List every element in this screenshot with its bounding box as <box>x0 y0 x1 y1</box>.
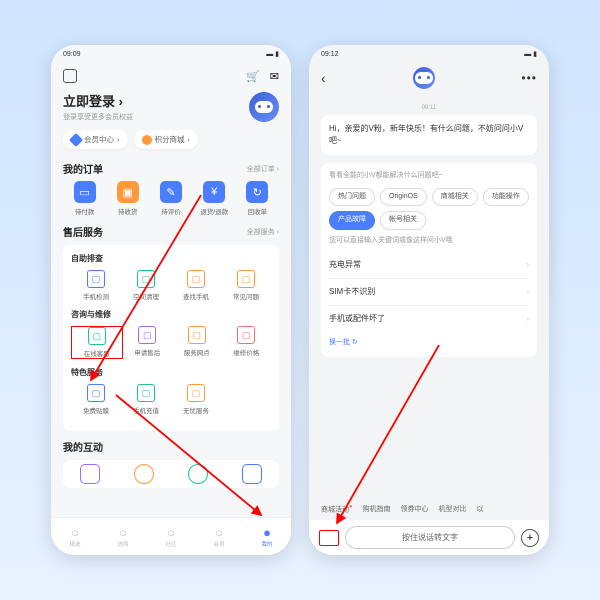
self-title: 自助排查 <box>71 253 271 264</box>
question-item[interactable]: SIM卡不识别› <box>329 279 529 306</box>
suggestion[interactable]: 商城活动● <box>321 504 353 514</box>
chip[interactable]: 帐号相关 <box>380 211 426 230</box>
status-right: ▬ ▮ <box>524 50 537 58</box>
chat-time: 09:11 <box>321 105 537 111</box>
grid-item[interactable]: ▢空间清理 <box>121 270 171 301</box>
interact-icon[interactable] <box>80 464 100 484</box>
chat-area: 09:11 Hi，亲爱的V粉，新年快乐！有什么问题，不妨问问小V吧~ 看看全能的… <box>309 93 549 498</box>
nav-item[interactable]: ○选购 <box>99 525 147 548</box>
pill-points[interactable]: 积分商城 › <box>134 130 199 149</box>
bottom-nav: ○精选○选购○社区○会员●我的 <box>51 517 291 555</box>
diamond-icon <box>69 132 83 146</box>
scroll-area: 我的订单 全部订单 › ▭待付款▣待收货✎待评价¥退货/退款↻回收单 售后服务 全部… <box>51 153 291 517</box>
statusbar: 09:12 ▬ ▮ <box>309 45 549 63</box>
grid-item[interactable]: ▢查找手机 <box>171 270 221 301</box>
suggestion[interactable]: 以 <box>477 504 484 514</box>
chip[interactable]: 功能操作 <box>483 188 529 207</box>
pill-member[interactable]: 会员中心 › <box>63 130 128 149</box>
input-bar: 按住说话转文字 + <box>309 520 549 555</box>
grid-item[interactable]: ▢手机检测 <box>71 270 121 301</box>
message-icon[interactable]: ✉ <box>270 70 279 83</box>
statusbar: 09:09 ▬ ▮ <box>51 45 291 63</box>
suggestion-row: 商城活动● 购机指南领券中心机型对比以 <box>309 498 549 520</box>
suggestion[interactable]: 机型对比 <box>439 504 467 514</box>
suggestion[interactable]: 购机指南 <box>363 504 391 514</box>
status-time: 09:12 <box>321 51 339 58</box>
chat-header: ‹ ••• <box>309 63 549 93</box>
options-bubble: 看看全能的小V都能解决什么问题吧~ 热门问题 OriginOS 商城相关功能操作产品… <box>321 163 537 357</box>
order-row: ▭待付款▣待收货✎待评价¥退货/退款↻回收单 <box>63 181 279 216</box>
grid-item[interactable]: ▢手机充值 <box>121 384 171 415</box>
question-item[interactable]: 手机或配件坏了› <box>329 306 529 332</box>
voice-button[interactable]: 按住说话转文字 <box>345 526 515 549</box>
chip[interactable]: 产品故障 <box>329 211 375 230</box>
nav-item[interactable]: ●我的 <box>243 525 291 548</box>
orders-title: 我的订单 <box>63 161 103 176</box>
orders-more[interactable]: 全部订单 › <box>247 164 279 174</box>
keyboard-icon[interactable] <box>319 530 339 546</box>
avatar[interactable] <box>249 92 279 122</box>
grid-item[interactable]: ▢服务网点 <box>172 326 222 359</box>
order-item[interactable]: ✎待评价 <box>149 181 192 216</box>
login-title: 立即登录 <box>63 94 115 109</box>
special-title: 特色服务 <box>71 367 271 378</box>
coin-icon <box>142 135 152 145</box>
plus-icon[interactable]: + <box>521 529 539 547</box>
grid-item[interactable]: ▢免费贴膜 <box>71 384 121 415</box>
phone-right: 09:12 ▬ ▮ ‹ ••• 09:11 Hi，亲爱的V粉，新年快乐！有什么问… <box>309 45 549 555</box>
status-time: 09:09 <box>63 51 81 58</box>
chip[interactable]: 商城相关 <box>432 188 478 207</box>
chip[interactable]: 热门问题 <box>329 188 375 207</box>
login-sub: 登录享受更多会员权益 <box>63 112 133 122</box>
nav-item[interactable]: ○社区 <box>147 525 195 548</box>
order-item[interactable]: ▭待付款 <box>63 181 106 216</box>
cart-icon[interactable]: 🛒 <box>246 70 260 83</box>
grid-item[interactable]: ▢在线客服 <box>71 326 123 359</box>
order-item[interactable]: ¥退货/退款 <box>193 181 236 216</box>
refresh-button[interactable]: 换一批 ↻ <box>329 338 529 349</box>
consult-title: 咨询与维修 <box>71 309 271 320</box>
question-item[interactable]: 充电异常› <box>329 252 529 279</box>
interact-card <box>63 460 279 488</box>
back-icon[interactable]: ‹ <box>321 70 326 86</box>
grid-item[interactable]: ▢无忧服务 <box>171 384 221 415</box>
settings-icon[interactable] <box>63 69 77 83</box>
interact-icon[interactable] <box>188 464 208 484</box>
grid-item[interactable]: ▢维修价格 <box>222 326 272 359</box>
service-title: 售后服务 <box>63 224 103 239</box>
login-block[interactable]: 立即登录 › 登录享受更多会员权益 <box>63 91 133 122</box>
service-card: 自助排查 ▢手机检测▢空间清理▢查找手机▢常见问题 咨询与维修 ▢在线客服▢申请… <box>63 245 279 431</box>
header: 🛒 ✉ 立即登录 › 登录享受更多会员权益 会员中心 › 积分商城 › <box>51 63 291 153</box>
interact-icon[interactable] <box>242 464 262 484</box>
solve-hint: 看看全能的小V都能解决什么问题吧~ <box>329 171 529 182</box>
nav-item[interactable]: ○会员 <box>195 525 243 548</box>
bot-avatar <box>413 67 435 89</box>
interact-icon[interactable] <box>134 464 154 484</box>
status-right: ▬ ▮ <box>266 50 279 58</box>
order-item[interactable]: ▣待收货 <box>106 181 149 216</box>
order-item[interactable]: ↻回收单 <box>236 181 279 216</box>
nav-item[interactable]: ○精选 <box>51 525 99 548</box>
chip[interactable]: OriginOS <box>380 188 427 207</box>
phone-left: 09:09 ▬ ▮ 🛒 ✉ 立即登录 › 登录享受更多会员权益 会员中心 › 积… <box>51 45 291 555</box>
greeting-bubble: Hi，亲爱的V粉，新年快乐！有什么问题，不妨问问小V吧~ <box>321 115 537 155</box>
ask-hint: 您可以直接输入关键词或像这样问小V哦 <box>329 236 529 247</box>
more-icon[interactable]: ••• <box>521 71 537 85</box>
service-more[interactable]: 全部服务 › <box>247 227 279 237</box>
grid-item[interactable]: ▢常见问题 <box>221 270 271 301</box>
suggestion[interactable]: 领券中心 <box>401 504 429 514</box>
interact-title: 我的互动 <box>63 439 103 454</box>
grid-item[interactable]: ▢申请售后 <box>123 326 173 359</box>
